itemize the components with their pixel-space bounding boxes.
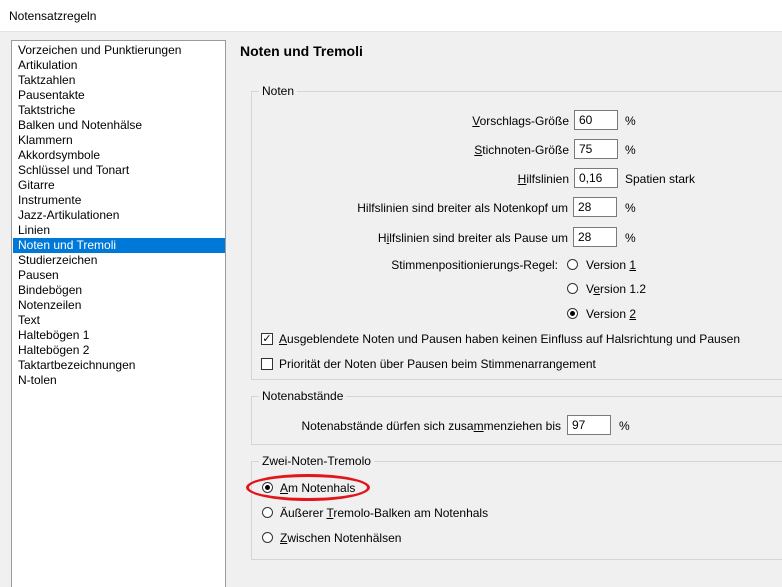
category-item[interactable]: Taktstriche: [13, 103, 225, 118]
tremolo-between-label[interactable]: Zwischen Notenhälsen: [280, 531, 401, 545]
tremolo-outer-radio[interactable]: [262, 507, 273, 518]
cue-size-unit: %: [625, 143, 636, 157]
group-title: Notenabstände: [259, 389, 347, 403]
category-item[interactable]: Haltebögen 1: [13, 328, 225, 343]
category-item[interactable]: N-tolen: [13, 373, 225, 388]
category-item[interactable]: Klammern: [13, 133, 225, 148]
category-item[interactable]: Studierzeichen: [13, 253, 225, 268]
category-item[interactable]: Haltebögen 2: [13, 343, 225, 358]
category-item[interactable]: Gitarre: [13, 178, 225, 193]
category-item[interactable]: Pausentakte: [13, 88, 225, 103]
grace-size-field[interactable]: 60: [574, 110, 618, 130]
ledger-rest-field[interactable]: 28: [573, 227, 617, 247]
category-item[interactable]: Instrumente: [13, 193, 225, 208]
category-item[interactable]: Text: [13, 313, 225, 328]
cue-size-label: Stichnoten-Größe: [474, 143, 569, 157]
ledger-thickness-unit: Spatien stark: [625, 172, 696, 186]
ledger-rest-label: Hilfslinien sind breiter als Pause um: [377, 231, 568, 245]
grace-size-unit: %: [625, 114, 636, 128]
hidden-notes-checkbox[interactable]: ✓: [261, 333, 273, 345]
priority-label[interactable]: Priorität der Noten über Pausen beim Sti…: [279, 357, 596, 371]
highlight-annotation: [246, 474, 370, 501]
ledger-notehead-field[interactable]: 28: [573, 197, 617, 217]
spacing-unit: %: [619, 419, 630, 433]
voice-rule-v12-label[interactable]: Version 1.2: [586, 282, 646, 296]
category-item[interactable]: Pausen: [13, 268, 225, 283]
ledger-rest-unit: %: [625, 231, 636, 245]
category-item[interactable]: Vorzeichen und Punktierungen: [13, 43, 225, 58]
category-item[interactable]: Bindebögen: [13, 283, 225, 298]
voice-rule-v2-label[interactable]: Version 2: [586, 307, 636, 321]
tremolo-between-radio[interactable]: [262, 532, 273, 543]
category-item[interactable]: Jazz-Artikulationen: [13, 208, 225, 223]
category-item[interactable]: Balken und Notenhälse: [13, 118, 225, 133]
category-item[interactable]: Artikulation: [13, 58, 225, 73]
voice-rule-label: Stimmenpositionierungs-Regel:: [391, 258, 558, 272]
spacing-field[interactable]: 97: [567, 415, 611, 435]
category-item[interactable]: Akkordsymbole: [13, 148, 225, 163]
category-item[interactable]: Notenzeilen: [13, 298, 225, 313]
category-item-selected[interactable]: Noten und Tremoli: [13, 238, 225, 253]
ledger-thickness-label: Hilfslinien: [517, 172, 569, 186]
ledger-notehead-label: Hilfslinien sind breiter als Notenkopf u…: [357, 201, 568, 215]
tremolo-outer-label[interactable]: Äußerer Tremolo-Balken am Notenhals: [280, 506, 488, 520]
priority-checkbox[interactable]: [261, 358, 273, 370]
category-list[interactable]: Vorzeichen und Punktierungen Artikulatio…: [11, 40, 226, 587]
ledger-thickness-field[interactable]: 0,16: [574, 168, 618, 188]
grace-size-label: Vorschlags-Größe: [472, 114, 569, 128]
category-item[interactable]: Taktzahlen: [13, 73, 225, 88]
ledger-notehead-unit: %: [625, 201, 636, 215]
cue-size-field[interactable]: 75: [574, 139, 618, 159]
voice-rule-v1-label[interactable]: Version 1: [586, 258, 636, 272]
page-title: Noten und Tremoli: [240, 43, 363, 59]
spacing-label: Notenabstände dürfen sich zusammenziehen…: [301, 419, 561, 433]
window-title: Notensatzregeln: [9, 9, 97, 23]
category-item[interactable]: Schlüssel und Tonart: [13, 163, 225, 178]
category-item[interactable]: Taktartbezeichnungen: [13, 358, 225, 373]
group-title: Noten: [259, 84, 298, 98]
hidden-notes-label[interactable]: Ausgeblendete Noten und Pausen haben kei…: [279, 332, 740, 346]
voice-rule-v1-radio[interactable]: [567, 259, 578, 270]
voice-rule-v12-radio[interactable]: [567, 283, 578, 294]
title-bar: Notensatzregeln: [0, 0, 782, 32]
voice-rule-v2-radio[interactable]: [567, 308, 578, 319]
group-title: Zwei-Noten-Tremolo: [259, 454, 374, 468]
category-item[interactable]: Linien: [13, 223, 225, 238]
